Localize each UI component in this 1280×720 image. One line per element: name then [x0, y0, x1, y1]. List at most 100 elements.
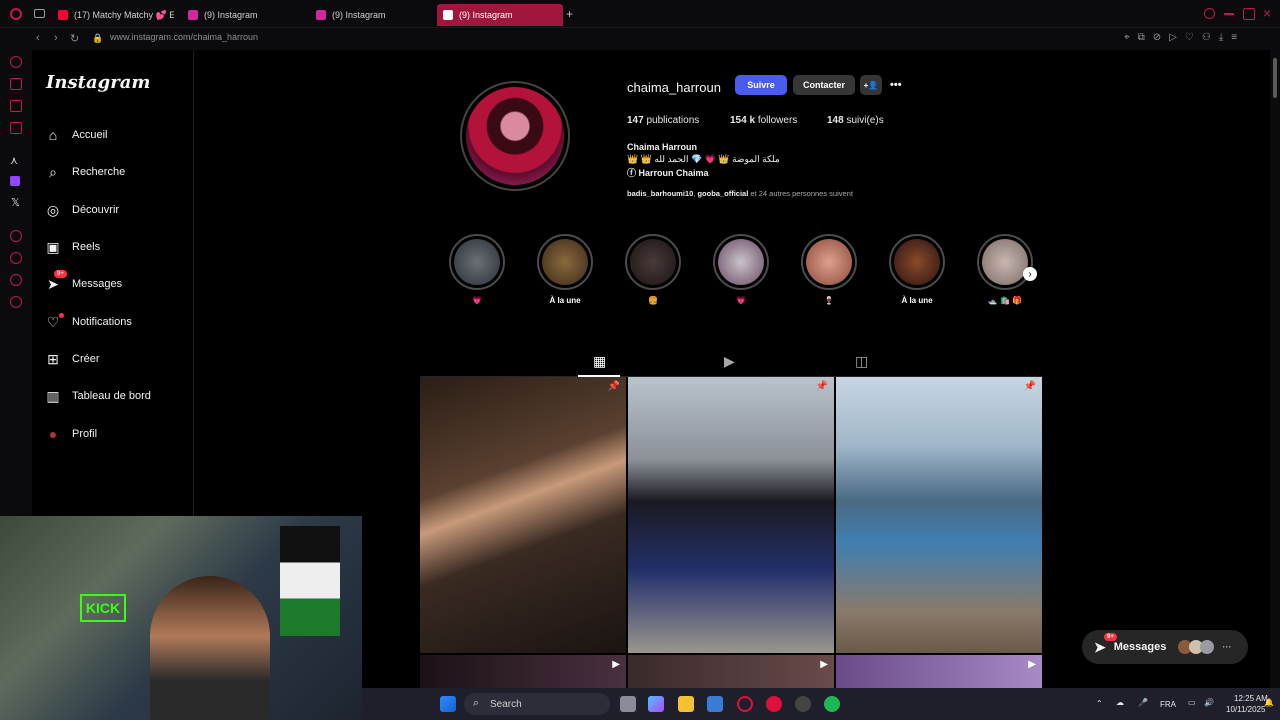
- story-highlight[interactable]: 🍔: [623, 234, 683, 305]
- rail-x-icon[interactable]: 𝕏: [11, 196, 20, 209]
- tab-posts-grid-icon[interactable]: ▦: [593, 353, 606, 370]
- minimize-icon[interactable]: [1224, 13, 1234, 15]
- maximize-icon[interactable]: [1243, 8, 1255, 20]
- tab-reels-icon[interactable]: ▶: [724, 353, 735, 370]
- account-icon[interactable]: ⚇: [1202, 32, 1211, 43]
- post-thumbnail[interactable]: 📌: [836, 377, 1042, 653]
- microphone-icon[interactable]: 🎤: [1138, 698, 1148, 707]
- rail-whatsapp-icon[interactable]: [10, 122, 22, 134]
- steam-icon[interactable]: [795, 696, 811, 712]
- back-icon[interactable]: ‹: [36, 32, 40, 44]
- post-thumbnail[interactable]: ▶: [628, 655, 834, 688]
- heart-glyph: ♡: [46, 313, 60, 330]
- opera-logo-icon[interactable]: [10, 8, 22, 20]
- adblock-icon[interactable]: ⊘: [1153, 32, 1161, 43]
- rail-settings-icon[interactable]: [10, 296, 22, 308]
- sidebar-item-profile[interactable]: ● Profil: [44, 419, 192, 449]
- follower-name-2: gooba_official: [697, 189, 749, 198]
- story-highlight[interactable]: 💗: [711, 234, 771, 305]
- taskbar-search[interactable]: ⌕ Search: [464, 693, 610, 715]
- story-highlight[interactable]: 💗: [447, 234, 507, 305]
- story-ring: [537, 234, 593, 290]
- tab-tagged-icon[interactable]: ◫: [855, 353, 868, 370]
- instagram-logo[interactable]: Instagram: [46, 72, 150, 93]
- scrollbar-thumb[interactable]: [1273, 58, 1277, 98]
- page-scrollbar[interactable]: [1270, 50, 1280, 688]
- rail-kick-icon[interactable]: ⋏: [10, 154, 18, 167]
- player-icon[interactable]: ▷: [1169, 32, 1177, 43]
- tab-overview-icon[interactable]: [34, 9, 45, 18]
- post-thumbnail[interactable]: ▶: [420, 655, 626, 688]
- rail-workspace-icon[interactable]: [10, 78, 22, 90]
- opera-gx-icon[interactable]: [766, 696, 782, 712]
- tab-instagram-1[interactable]: (9) Instagram: [182, 4, 304, 26]
- rail-history-icon[interactable]: [10, 252, 22, 264]
- network-icon[interactable]: ▭: [1188, 698, 1196, 707]
- volume-icon[interactable]: 🔊: [1204, 698, 1214, 707]
- tray-chevron-icon[interactable]: ⌃: [1096, 699, 1103, 708]
- profile-link[interactable]: ⓕ Harroun Chaima: [627, 166, 709, 179]
- url-field[interactable]: www.instagram.com/chaima_harroun: [110, 32, 258, 42]
- store-icon[interactable]: [707, 696, 723, 712]
- task-view-icon[interactable]: [620, 696, 636, 712]
- new-tab-button[interactable]: +: [566, 7, 573, 21]
- post-thumbnail[interactable]: ▶: [836, 655, 1042, 688]
- search-tabs-icon[interactable]: [1204, 8, 1215, 19]
- follower-name-1: badis_barhoumi10: [627, 189, 694, 198]
- snapshot-icon[interactable]: ⧉: [1138, 32, 1145, 43]
- sidebar-item-messages[interactable]: ➤ 9+ Messages: [44, 269, 192, 299]
- reload-icon[interactable]: ↻: [70, 32, 79, 45]
- onedrive-icon[interactable]: ☁: [1116, 698, 1124, 707]
- contact-button[interactable]: Contacter: [793, 75, 855, 95]
- clock-time[interactable]: 12:25 AM: [1234, 694, 1268, 703]
- copilot-icon[interactable]: [648, 696, 664, 712]
- rail-messenger-icon[interactable]: [10, 100, 22, 112]
- follow-button[interactable]: Suivre: [735, 75, 787, 95]
- stat-followers[interactable]: 154 k followers: [730, 115, 797, 126]
- kick-sign: KICK: [80, 594, 126, 622]
- post-thumbnail[interactable]: 📌: [420, 377, 626, 653]
- story-label: À la une: [901, 296, 933, 305]
- sidebar-item-notifications[interactable]: ♡ Notifications: [44, 307, 192, 337]
- rail-player-icon[interactable]: [10, 230, 22, 242]
- post-thumbnail[interactable]: 📌: [628, 377, 834, 653]
- story-highlight[interactable]: 🍷: [799, 234, 859, 305]
- file-explorer-icon[interactable]: [678, 696, 694, 712]
- suggest-user-icon[interactable]: +👤: [860, 75, 882, 95]
- sidebar-item-reels[interactable]: ▣ Reels: [44, 232, 192, 262]
- sidebar-item-create[interactable]: ⊞ Créer: [44, 344, 192, 374]
- sidebar-item-search[interactable]: ⌕ Recherche: [44, 157, 192, 187]
- stories-next-button[interactable]: ›: [1023, 267, 1037, 281]
- rail-twitch-icon[interactable]: [10, 176, 20, 186]
- pin-icon[interactable]: ⌖: [1124, 32, 1130, 43]
- sidebar-item-explore[interactable]: ◎ Découvrir: [44, 195, 192, 225]
- profile-avatar[interactable]: [460, 81, 570, 191]
- heart-icon: ♡: [44, 313, 64, 331]
- language-indicator[interactable]: FRA: [1160, 700, 1176, 709]
- forward-icon[interactable]: ›: [54, 32, 58, 44]
- stat-following[interactable]: 148 suivi(e)s: [827, 115, 884, 126]
- rail-aria-icon[interactable]: [10, 56, 22, 68]
- tab-instagram-active[interactable]: (9) Instagram: [437, 4, 563, 26]
- sidebar-item-label: Accueil: [72, 129, 108, 141]
- story-highlight[interactable]: À la une: [887, 234, 947, 305]
- start-icon[interactable]: [440, 696, 456, 712]
- rail-extensions-icon[interactable]: [10, 274, 22, 286]
- more-options-icon[interactable]: •••: [890, 79, 902, 91]
- opera-icon[interactable]: [737, 696, 753, 712]
- messages-floating-button[interactable]: ➤ 9+ Messages ···: [1082, 630, 1248, 664]
- download-icon[interactable]: ⤓: [1219, 32, 1223, 43]
- heart-icon[interactable]: ♡: [1185, 32, 1194, 43]
- sidebar-item-dashboard[interactable]: ▥ Tableau de bord: [44, 381, 192, 411]
- browser-toolbar-icons: ⌖ ⧉ ⊘ ▷ ♡ ⚇ ⤓ ≡: [1124, 32, 1237, 43]
- tab-youtube[interactable]: (17) Matchy Matchy 💕 E: [52, 4, 174, 26]
- spotify-icon[interactable]: [824, 696, 840, 712]
- story-highlight[interactable]: À la une: [535, 234, 595, 305]
- clock-date[interactable]: 10/11/2025: [1226, 705, 1265, 714]
- menu-icon[interactable]: ≡: [1231, 32, 1237, 43]
- sidebar-item-home[interactable]: ⌂ Accueil: [44, 120, 192, 150]
- followed-by[interactable]: badis_barhoumi10, gooba_official et 24 a…: [627, 189, 853, 198]
- tab-instagram-2[interactable]: (9) Instagram: [310, 4, 432, 26]
- close-icon[interactable]: ×: [1263, 5, 1271, 21]
- notification-center-icon[interactable]: 🔔: [1264, 698, 1274, 707]
